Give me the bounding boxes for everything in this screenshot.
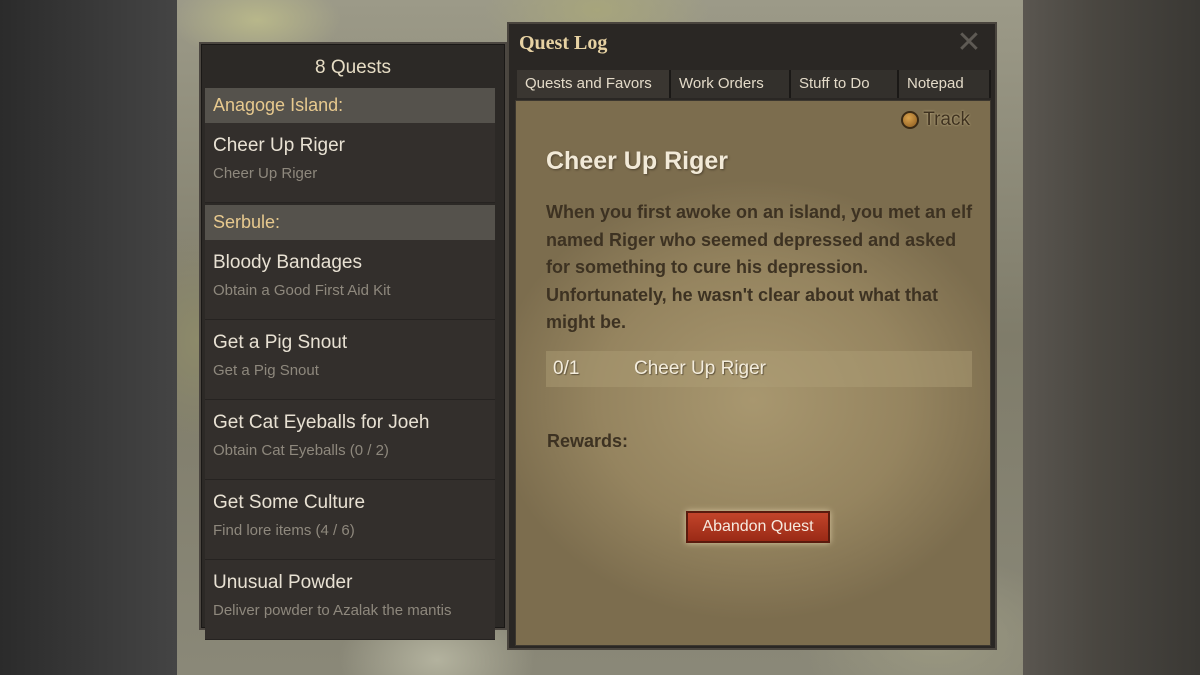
quest-list-panel: 8 Quests Anagoge Island: Cheer Up Riger …	[199, 42, 507, 640]
quest-item-title: Cheer Up Riger	[213, 135, 345, 156]
objective-name: Cheer Up Riger	[634, 358, 766, 379]
objective-progress: 0/1	[553, 358, 580, 379]
rewards-label: Rewards:	[547, 431, 629, 451]
quest-log-tabs: Quests and Favors Work Orders Stuff to D…	[517, 70, 991, 98]
quest-item-subtitle: Cheer Up Riger	[213, 165, 318, 182]
quest-item-cheer-up-riger[interactable]: Cheer Up Riger Cheer Up Riger	[205, 123, 495, 203]
window-title: Quest Log	[519, 32, 608, 54]
quest-item-get-cat-eyeballs[interactable]: Get Cat Eyeballs for Joeh Obtain Cat Eye…	[205, 400, 495, 480]
quest-item-subtitle: Obtain Cat Eyeballs (0 / 2)	[213, 442, 389, 459]
quest-detail-parchment: Track Cheer Up Riger When you first awok…	[515, 100, 991, 646]
quest-item-subtitle: Obtain a Good First Aid Kit	[213, 282, 391, 299]
quest-log-window: Quest Log ✕ Quests and Favors Work Order…	[507, 22, 997, 650]
tab-stuff-to-do[interactable]: Stuff to Do	[791, 70, 899, 98]
quest-description: When you first awoke on an island, you m…	[546, 202, 973, 332]
quest-group-serbule: Serbule:	[205, 205, 495, 240]
quest-item-subtitle: Get a Pig Snout	[213, 362, 319, 379]
quest-item-title: Get Some Culture	[213, 492, 366, 513]
tab-work-orders[interactable]: Work Orders	[671, 70, 791, 98]
track-checkbox-icon[interactable]	[901, 111, 920, 129]
quest-objective-row: 0/1 Cheer Up Riger	[546, 351, 972, 387]
tab-quests-and-favors[interactable]: Quests and Favors	[517, 70, 671, 98]
quest-item-subtitle: Find lore items (4 / 6)	[213, 522, 355, 539]
tab-notepad[interactable]: Notepad	[899, 70, 991, 98]
track-label: Track	[923, 109, 970, 130]
letterbox-right	[1023, 0, 1200, 675]
quest-item-unusual-powder[interactable]: Unusual Powder Deliver powder to Azalak …	[205, 560, 495, 640]
abandon-quest-button[interactable]: Abandon Quest	[686, 511, 830, 543]
quest-item-get-some-culture[interactable]: Get Some Culture Find lore items (4 / 6)	[205, 480, 495, 560]
quest-detail-title: Cheer Up Riger	[546, 147, 728, 175]
quest-item-title: Unusual Powder	[213, 572, 353, 593]
quest-group-anagoge-island: Anagoge Island:	[205, 88, 495, 123]
quest-item-subtitle: Deliver powder to Azalak the mantis	[213, 602, 452, 619]
quest-item-get-a-pig-snout[interactable]: Get a Pig Snout Get a Pig Snout	[205, 320, 495, 400]
quest-item-title: Get a Pig Snout	[213, 332, 348, 353]
quest-item-bloody-bandages[interactable]: Bloody Bandages Obtain a Good First Aid …	[205, 240, 495, 320]
quest-item-title: Bloody Bandages	[213, 252, 362, 273]
quest-item-title: Get Cat Eyeballs for Joeh	[213, 412, 430, 433]
track-toggle[interactable]: Track	[901, 109, 970, 131]
close-icon[interactable]: ✕	[955, 28, 983, 58]
window-titlebar[interactable]: Quest Log ✕	[509, 24, 995, 62]
letterbox-left	[0, 0, 177, 675]
quest-count-header: 8 Quests	[314, 57, 392, 78]
